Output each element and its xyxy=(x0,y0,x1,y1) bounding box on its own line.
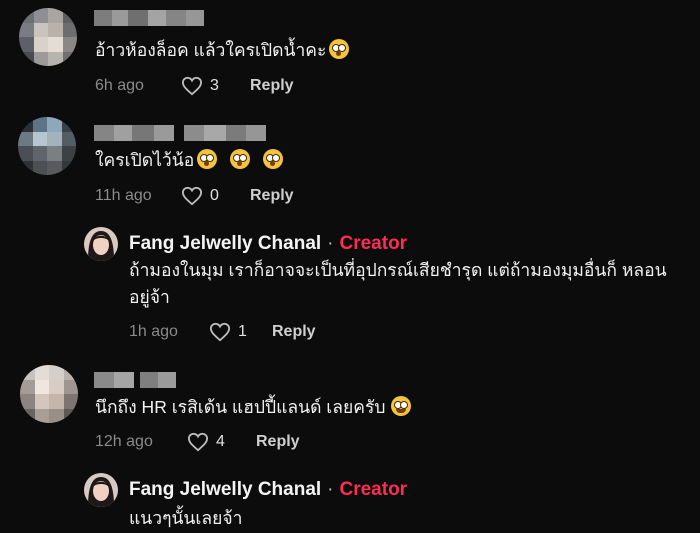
reply-button[interactable]: Reply xyxy=(250,77,294,95)
like-button[interactable]: 3 xyxy=(181,76,250,96)
blurred-username[interactable] xyxy=(94,10,204,26)
grinning-sweat-emoji-icon xyxy=(391,396,412,416)
creator-name-row: Fang Jelwelly Chanal · Creator xyxy=(129,479,407,501)
like-count: 0 xyxy=(210,187,219,204)
avatar[interactable] xyxy=(19,8,77,66)
timestamp: 6h ago xyxy=(95,77,144,94)
timestamp: 12h ago xyxy=(95,433,153,450)
comment-meta: 6h ago 3 Reply xyxy=(95,76,294,96)
blurred-username[interactable] xyxy=(94,372,176,388)
heart-icon[interactable] xyxy=(209,322,231,342)
reply-button[interactable]: Reply xyxy=(256,433,300,451)
creator-badge: Creator xyxy=(339,479,408,500)
author-name[interactable]: Fang Jelwelly Chanal xyxy=(129,233,321,254)
comment-text: นึกถึง HR เรสิเด้น แฮปปี้แลนด์ เลยครับ xyxy=(95,394,412,421)
flushed-emoji-icon xyxy=(230,149,251,169)
comment-meta: 11h ago 0 Reply xyxy=(95,186,294,206)
timestamp: 11h ago xyxy=(95,187,152,204)
like-count: 3 xyxy=(210,77,219,94)
creator-avatar[interactable] xyxy=(84,227,118,261)
creator-avatar[interactable] xyxy=(84,473,118,507)
comment-text: แนวๆนั้นเลยจ้า xyxy=(129,508,243,528)
flushed-emoji-icon xyxy=(197,149,218,169)
blurred-username[interactable] xyxy=(94,125,266,141)
creator-badge: Creator xyxy=(339,233,408,254)
comment-text: ถ้ามองในมุม เราก็อาจจะเป็นที่อุปกรณ์เสีย… xyxy=(129,257,667,311)
heart-icon[interactable] xyxy=(181,76,203,96)
like-button[interactable]: 0 xyxy=(181,186,250,206)
heart-icon[interactable] xyxy=(181,186,203,206)
creator-name-row: Fang Jelwelly Chanal · Creator xyxy=(129,233,407,255)
heart-icon[interactable] xyxy=(187,432,209,452)
comment-text: อ้าวห้องล็อค แล้วใครเปิดน้ำคะ xyxy=(95,37,350,64)
flushed-emoji-icon xyxy=(329,39,350,59)
comment-meta: 12h ago 4 Reply xyxy=(95,432,300,452)
flushed-emoji-icon xyxy=(262,149,283,169)
like-count: 4 xyxy=(216,433,225,450)
author-name[interactable]: Fang Jelwelly Chanal xyxy=(129,479,321,500)
comment-meta: 1h ago 1 Reply xyxy=(129,322,316,342)
timestamp: 1h ago xyxy=(129,323,178,340)
reply-button[interactable]: Reply xyxy=(250,187,294,205)
like-button[interactable]: 1 xyxy=(209,322,272,342)
avatar[interactable] xyxy=(20,365,78,423)
comment-line: อยู่จ้า xyxy=(129,287,170,307)
comment-text: ใครเปิดไว้น้อ xyxy=(95,147,283,174)
comment-line: ถ้ามองในมุม เราก็อาจจะเป็นที่อุปกรณ์เสีย… xyxy=(129,260,667,280)
like-button[interactable]: 4 xyxy=(187,432,256,452)
avatar[interactable] xyxy=(18,117,76,175)
separator-dot: · xyxy=(327,479,334,500)
separator-dot: · xyxy=(327,233,334,254)
reply-button[interactable]: Reply xyxy=(272,323,316,341)
like-count: 1 xyxy=(238,323,247,340)
